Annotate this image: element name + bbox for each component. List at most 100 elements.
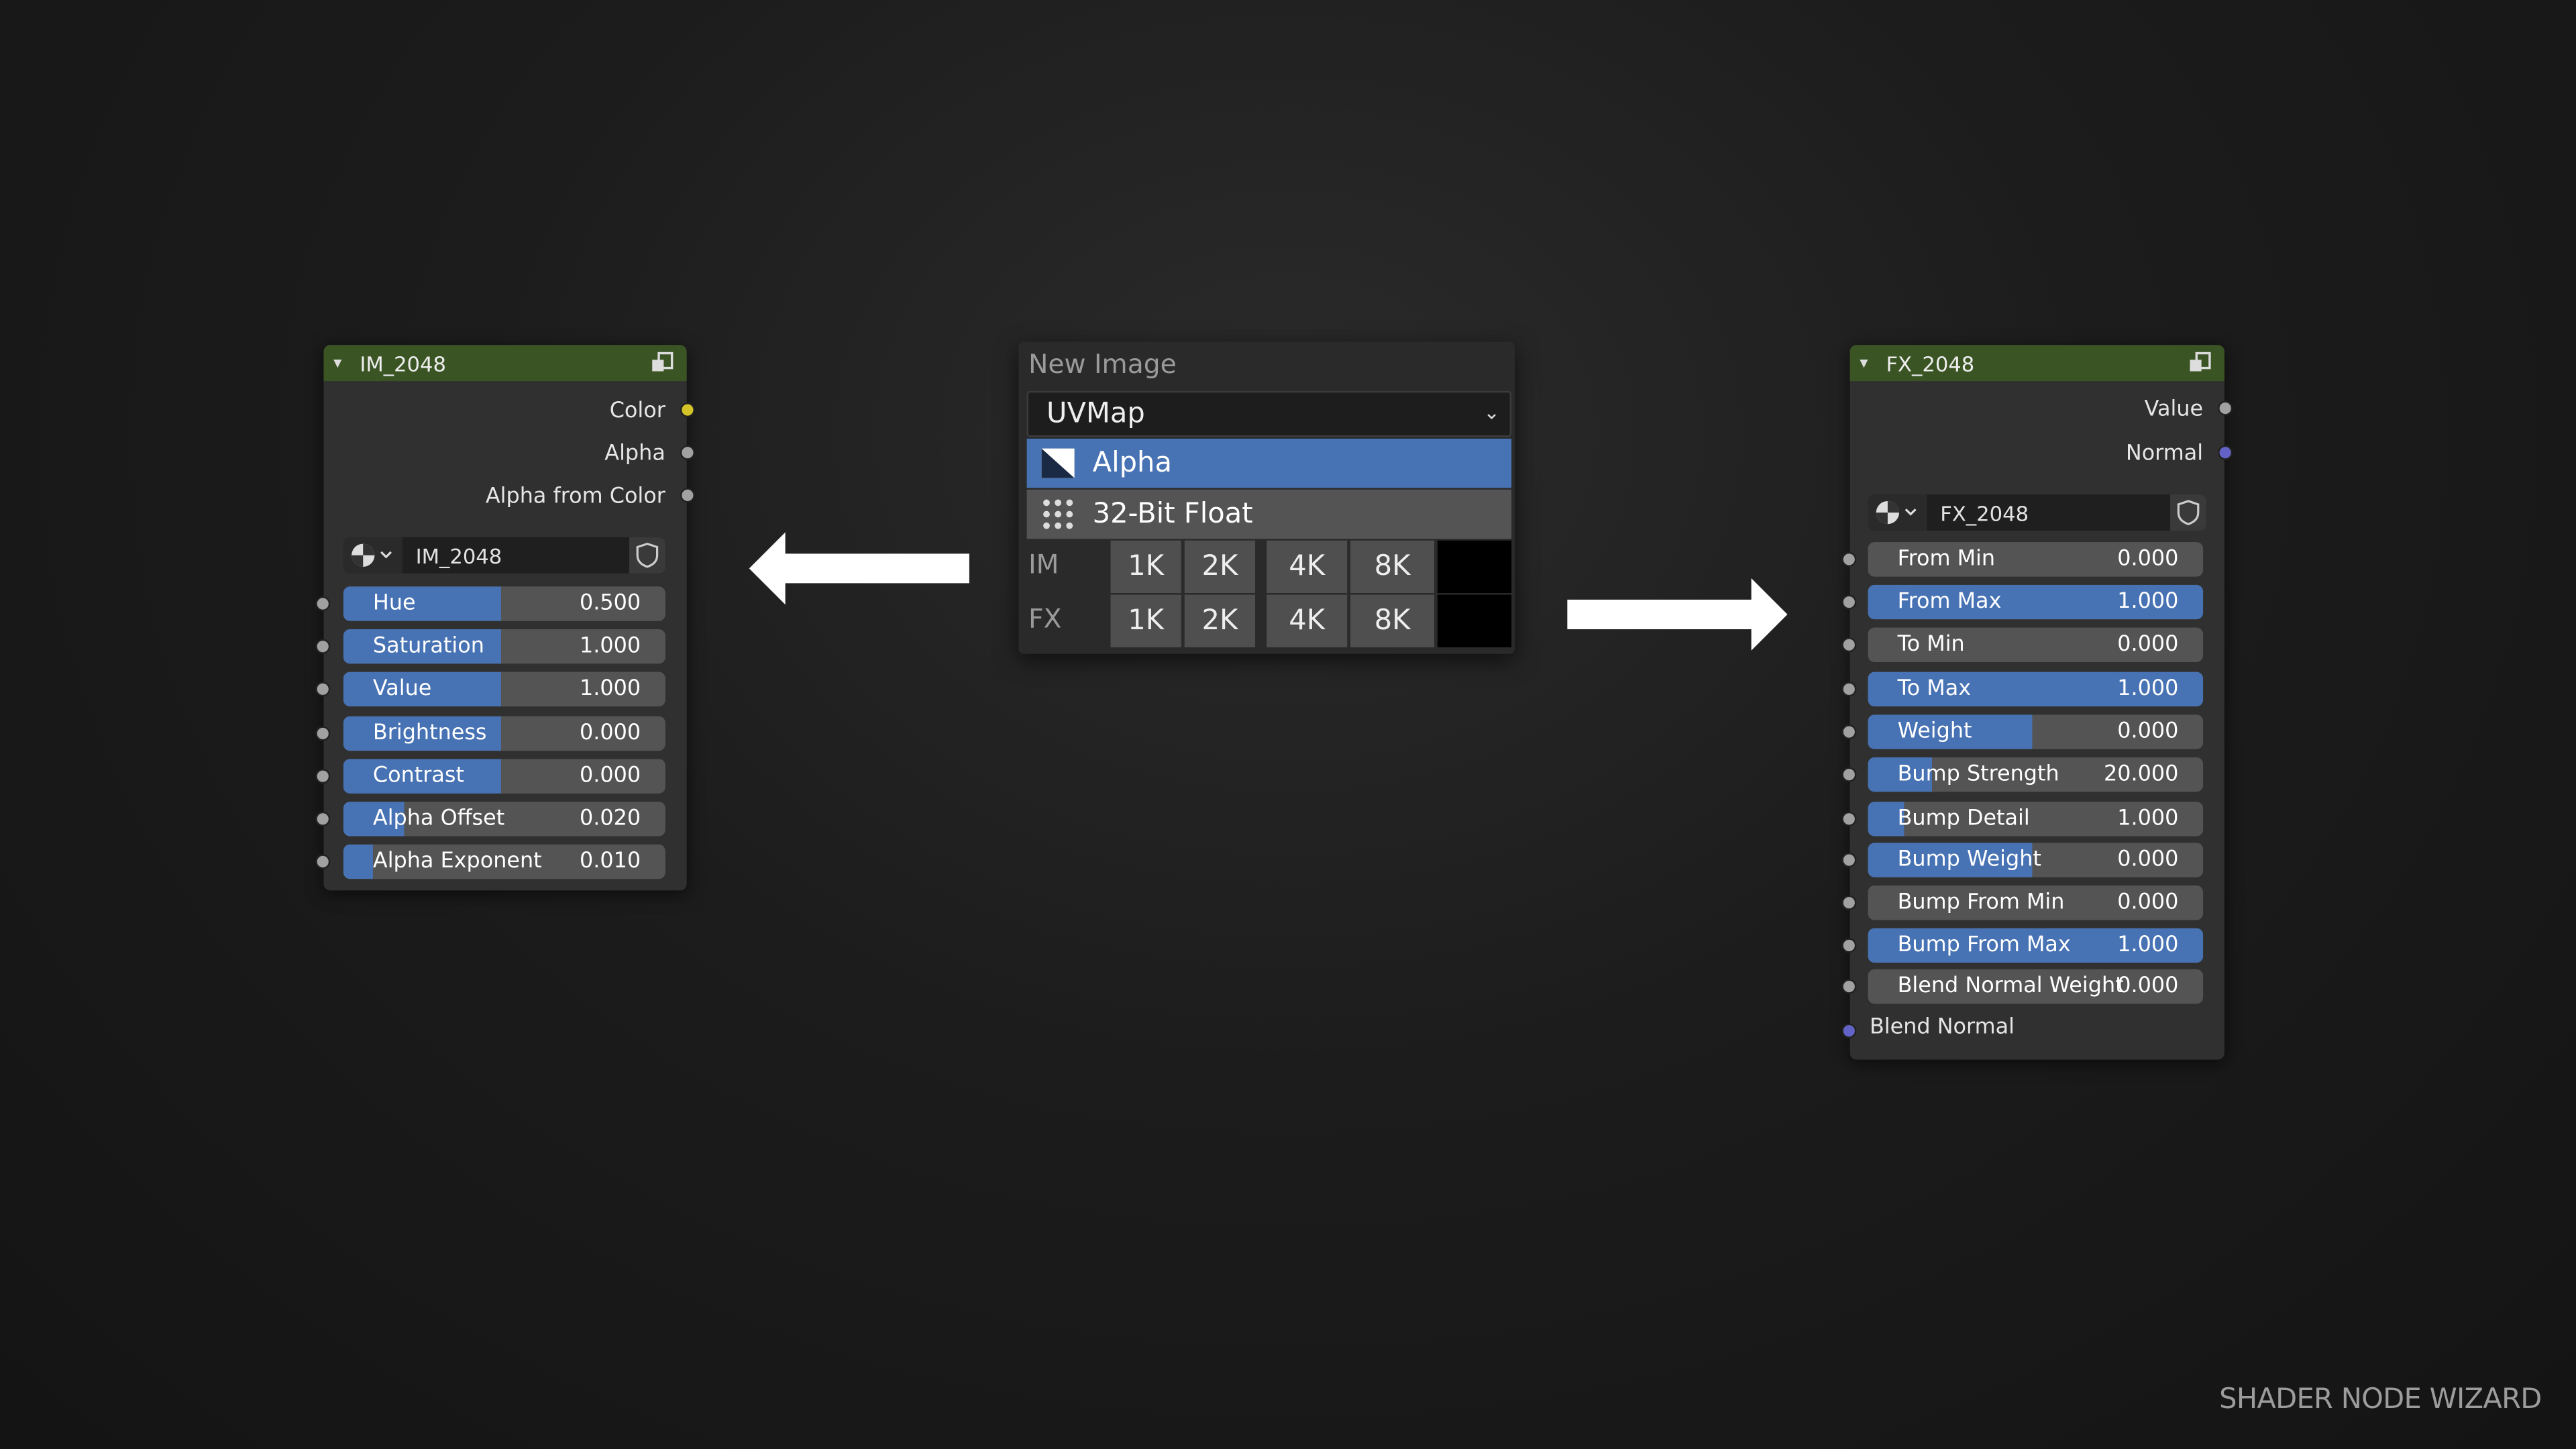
input-socket[interactable] xyxy=(315,682,331,697)
field-alpha-offset[interactable]: Alpha Offset 0.020 xyxy=(343,802,665,837)
fx-2k-button[interactable]: 2K xyxy=(1184,594,1257,647)
image-name-field[interactable]: IM_2048 xyxy=(402,537,629,574)
fx-8k-button[interactable]: 8K xyxy=(1350,594,1436,647)
fx-1k-button[interactable]: 1K xyxy=(1110,594,1183,647)
fake-user-button[interactable] xyxy=(2170,494,2207,531)
field-label: Bump Detail xyxy=(1897,806,2030,832)
field-brightness[interactable]: Brightness 0.000 xyxy=(343,716,665,751)
field-bump-from-max[interactable]: Bump From Max 1.000 xyxy=(1868,928,2204,963)
input-socket[interactable] xyxy=(315,811,331,826)
field-value[interactable]: Value 1.000 xyxy=(343,672,665,707)
field-bump-detail[interactable]: Bump Detail 1.000 xyxy=(1868,802,2204,837)
field-label: Bump Weight xyxy=(1897,847,2041,873)
im-1k-button[interactable]: 1K xyxy=(1110,540,1183,594)
field-label: Saturation xyxy=(372,634,484,659)
shield-icon xyxy=(2177,500,2200,525)
fx-color-swatch[interactable] xyxy=(1437,594,1512,647)
field-to-max[interactable]: To Max 1.000 xyxy=(1868,672,2204,707)
fx-resolution-row: FX 1K 2K 4K 8K xyxy=(1027,594,1512,647)
field-fill xyxy=(343,844,373,879)
field-label: Contrast xyxy=(372,763,464,789)
shield-icon xyxy=(636,542,659,568)
field-value: 0.000 xyxy=(2117,974,2179,999)
node-title: FX_2048 xyxy=(1886,350,1975,376)
input-socket[interactable] xyxy=(1841,594,1857,610)
input-socket[interactable] xyxy=(1841,938,1857,953)
field-bump-weight[interactable]: Bump Weight 0.000 xyxy=(1868,843,2204,877)
output-socket[interactable] xyxy=(680,488,695,503)
field-to-min[interactable]: To Min 0.000 xyxy=(1868,627,2204,662)
input-socket[interactable] xyxy=(315,769,331,784)
image-name-field[interactable]: FX_2048 xyxy=(1927,494,2171,531)
field-value: 1.000 xyxy=(2117,806,2179,832)
input-socket[interactable] xyxy=(1841,637,1857,653)
browse-image-button[interactable] xyxy=(343,537,403,574)
input-socket[interactable] xyxy=(1841,1023,1857,1038)
field-value: 0.000 xyxy=(579,721,641,746)
branding-text: SHADER NODE WIZARD xyxy=(2219,1383,2542,1417)
field-from-min[interactable]: From Min 0.000 xyxy=(1868,542,2204,577)
image-selector[interactable]: FX_2048 xyxy=(1868,494,2207,531)
input-socket[interactable] xyxy=(1841,682,1857,697)
row-label-fx: FX xyxy=(1028,602,1062,635)
im-4k-button[interactable]: 4K xyxy=(1267,540,1349,594)
input-socket[interactable] xyxy=(315,726,331,741)
collapse-chevron-icon[interactable]: ▾ xyxy=(1860,354,1879,372)
node-preview-icon[interactable] xyxy=(651,352,674,373)
browse-image-button[interactable] xyxy=(1868,494,1927,531)
field-contrast[interactable]: Contrast 0.000 xyxy=(343,759,665,794)
field-value: 0.000 xyxy=(2117,547,2179,572)
alpha-option[interactable]: Alpha xyxy=(1026,438,1512,488)
image-selector[interactable]: IM_2048 xyxy=(343,537,665,574)
input-socket[interactable] xyxy=(1841,724,1857,740)
field-bump-strength[interactable]: Bump Strength 20.000 xyxy=(1868,757,2204,792)
field-label: Alpha Offset xyxy=(372,806,505,832)
fx-4k-button[interactable]: 4K xyxy=(1267,594,1349,647)
im-2k-button[interactable]: 2K xyxy=(1184,540,1257,594)
input-socket[interactable] xyxy=(1841,895,1857,910)
field-value: 20.000 xyxy=(2103,762,2179,788)
output-alpha-from-color: Alpha from Color xyxy=(486,475,695,518)
field-label: Hue xyxy=(372,591,416,616)
input-socket[interactable] xyxy=(1841,767,1857,782)
field-value: 0.000 xyxy=(2117,632,2179,657)
field-value: 0.000 xyxy=(2117,847,2179,873)
input-socket[interactable] xyxy=(1841,979,1857,994)
node-header[interactable]: ▾ FX_2048 xyxy=(1849,345,2224,382)
field-fill xyxy=(343,586,502,621)
output-socket[interactable] xyxy=(680,402,695,418)
im-color-swatch[interactable] xyxy=(1437,540,1512,594)
field-weight[interactable]: Weight 0.000 xyxy=(1868,714,2204,749)
float-option[interactable]: 32-Bit Float xyxy=(1026,489,1512,539)
field-saturation[interactable]: Saturation 1.000 xyxy=(343,629,665,664)
input-socket[interactable] xyxy=(1841,853,1857,868)
output-socket[interactable] xyxy=(2218,445,2233,460)
collapse-chevron-icon[interactable]: ▾ xyxy=(333,354,353,372)
field-label: Value xyxy=(372,676,432,702)
input-socket[interactable] xyxy=(315,854,331,869)
field-hue[interactable]: Hue 0.500 xyxy=(343,586,665,621)
output-socket[interactable] xyxy=(2218,400,2233,416)
field-value: 1.000 xyxy=(2117,676,2179,702)
im-8k-button[interactable]: 8K xyxy=(1350,540,1436,594)
output-label: Color xyxy=(609,398,665,423)
dot-grid-icon xyxy=(1043,499,1073,529)
output-socket[interactable] xyxy=(680,445,695,460)
output-normal: Normal xyxy=(2126,432,2233,475)
input-socket[interactable] xyxy=(1841,811,1857,826)
input-socket[interactable] xyxy=(315,639,331,654)
input-socket[interactable] xyxy=(1841,551,1857,567)
field-blend-normal-weight[interactable]: Blend Normal Weight 0.000 xyxy=(1868,969,2204,1004)
image-node-fx[interactable]: ▾ FX_2048 Value Normal FX_2048 From Min … xyxy=(1841,345,2233,1060)
field-bump-from-min[interactable]: Bump From Min 0.000 xyxy=(1868,885,2204,920)
image-node-im[interactable]: ▾ IM_2048 Color Alpha Alpha from Color IM_… xyxy=(315,345,695,891)
input-socket[interactable] xyxy=(315,596,331,612)
node-preview-icon[interactable] xyxy=(2188,352,2211,373)
field-alpha-exponent[interactable]: Alpha Exponent 0.010 xyxy=(343,844,665,879)
chevron-down-icon: ⌄ xyxy=(1483,400,1500,424)
output-alpha: Alpha xyxy=(604,432,695,475)
field-from-max[interactable]: From Max 1.000 xyxy=(1868,584,2204,620)
uv-map-dropdown[interactable]: UVMap ⌄ xyxy=(1026,390,1512,437)
fake-user-button[interactable] xyxy=(629,537,665,574)
node-header[interactable]: ▾ IM_2048 xyxy=(323,345,687,382)
